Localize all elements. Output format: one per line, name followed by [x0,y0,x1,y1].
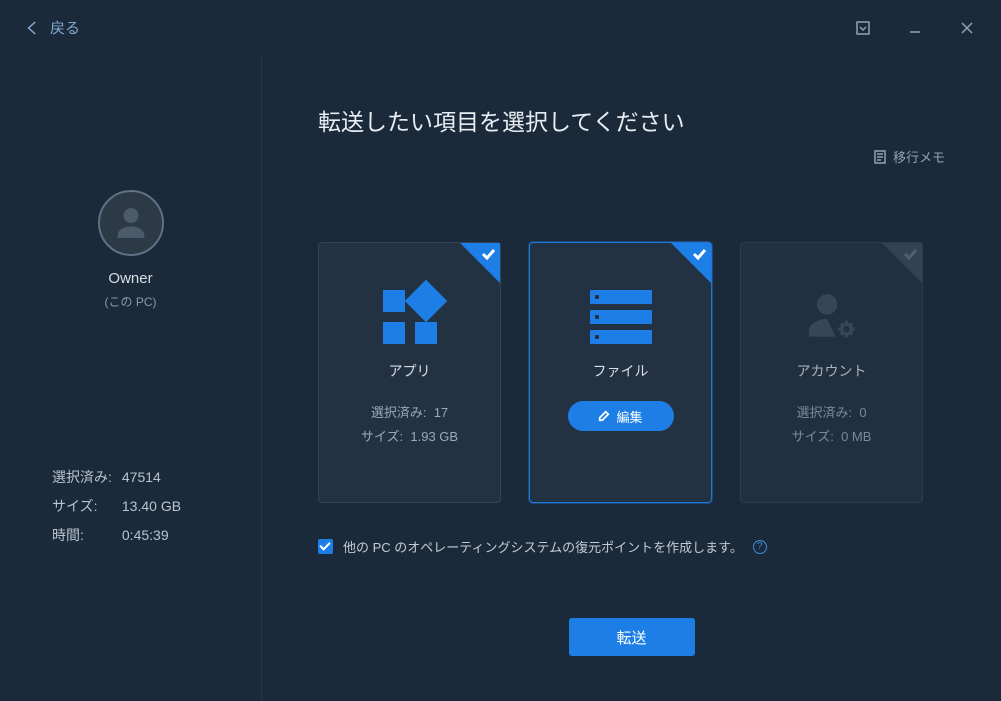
file-server-icon [530,273,711,361]
card-app[interactable]: アプリ 選択済み: 17 サイズ: 1.93 GB [318,242,501,503]
main-panel: 転送したい項目を選択してください 移行メモ アプリ [262,55,1001,701]
card-file-checkmark [671,243,711,283]
edit-button[interactable]: 編集 [568,401,674,431]
edit-label: 編集 [616,407,642,426]
stat-time: 時間: 0:45:39 [52,522,181,549]
person-gear-icon [803,288,861,346]
restore-point-checkbox[interactable] [318,539,333,554]
card-account-checkmark [882,243,922,283]
close-button[interactable] [945,12,989,44]
minimize-button[interactable] [893,12,937,44]
card-app-checkmark [460,243,500,283]
page-title: 転送したい項目を選択してください [318,103,945,137]
arrow-left-icon [24,19,42,37]
card-file-title: ファイル [530,361,711,381]
dropdown-icon [856,21,870,35]
transfer-button[interactable]: 転送 [569,618,695,656]
card-account-title: アカウント [741,361,922,381]
back-button[interactable]: 戻る [24,17,80,38]
person-icon [111,203,151,243]
sidebar-stats: 選択済み: 47514 サイズ: 13.40 GB 時間: 0:45:39 [50,462,183,551]
cards-container: アプリ 選択済み: 17 サイズ: 1.93 GB [318,242,945,503]
migration-memo-link[interactable]: 移行メモ [873,147,945,166]
avatar [98,190,164,256]
help-icon[interactable]: ? [753,540,767,554]
window-controls [841,12,989,44]
stat-selected: 選択済み: 47514 [52,464,181,491]
sidebar: Owner (この PC) 選択済み: 47514 サイズ: 13.40 GB … [0,55,262,701]
dropdown-button[interactable] [841,12,885,44]
titlebar: 戻る [0,0,1001,55]
owner-sub: (この PC) [0,293,261,310]
card-app-stats: 選択済み: 17 サイズ: 1.93 GB [319,401,500,449]
stat-size: サイズ: 13.40 GB [52,493,181,520]
card-file[interactable]: ファイル 編集 [529,242,712,503]
close-icon [960,21,974,35]
check-icon [902,246,918,262]
check-icon [480,246,496,262]
card-app-title: アプリ [319,361,500,381]
restore-point-row: 他の PC のオペレーティングシステムの復元ポイントを作成します。 ? [318,537,945,556]
owner-name: Owner [0,270,261,287]
account-icon [741,273,922,361]
back-label: 戻る [50,17,80,38]
transfer-label: 転送 [616,627,646,648]
minimize-icon [908,21,922,35]
check-icon [691,246,707,262]
card-account[interactable]: アカウント 選択済み: 0 サイズ: 0 MB [740,242,923,503]
edit-icon [598,410,610,422]
restore-point-label: 他の PC のオペレーティングシステムの復元ポイントを作成します。 [343,537,743,556]
app-icon [319,273,500,361]
note-icon [873,150,887,164]
migration-memo-label: 移行メモ [893,147,945,166]
content: Owner (この PC) 選択済み: 47514 サイズ: 13.40 GB … [0,55,1001,701]
card-account-stats: 選択済み: 0 サイズ: 0 MB [741,401,922,449]
